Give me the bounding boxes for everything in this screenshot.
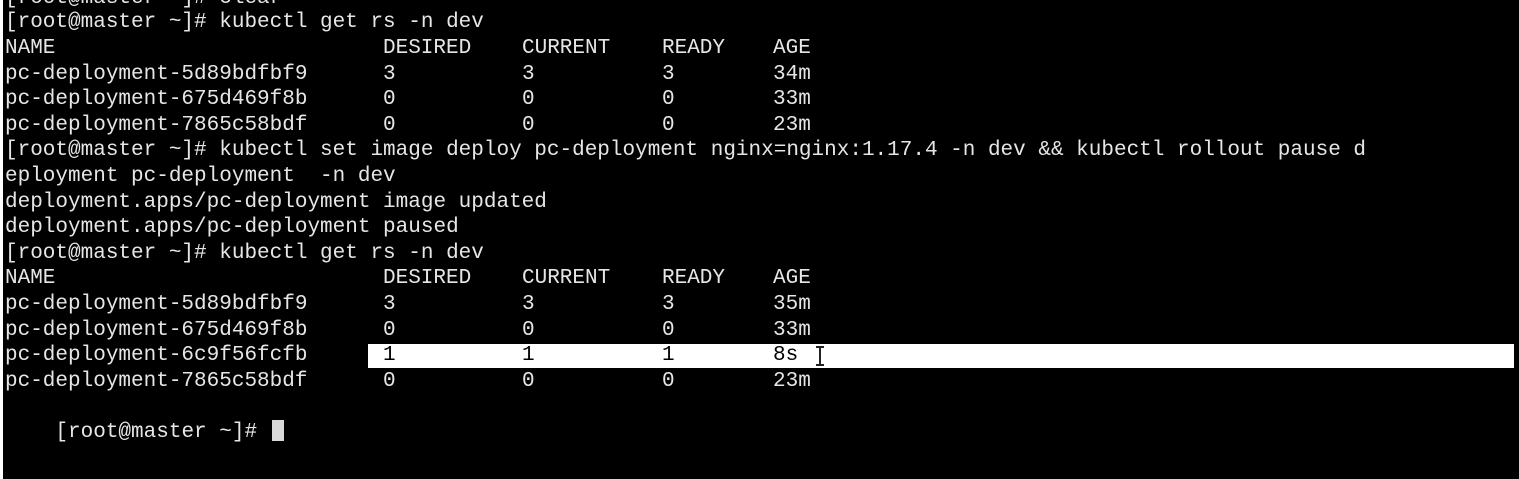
shell-prompt: [root@master ~]# [55, 420, 270, 444]
cell-ready: 3 [662, 293, 675, 316]
cell-name: pc-deployment-6c9f56fcfb [5, 344, 308, 368]
cell-desired: 0 [383, 88, 396, 112]
column-header-ready: READY [662, 37, 726, 60]
column-header-age: AGE [773, 267, 811, 291]
cell-name: pc-deployment-675d469f8b [5, 88, 308, 112]
cell-name: pc-deployment-5d89bdfbf9 [5, 62, 308, 86]
cell-name: pc-deployment-675d469f8b [5, 318, 308, 342]
cell-name: pc-deployment-7865c58bdf [5, 113, 308, 137]
table-row: pc-deployment-7865c58bdf 0 0 0 23m [3, 113, 1519, 139]
table-header: NAME DESIRED CURRENT READY AGE [3, 36, 1519, 62]
cell-ready: 3 [662, 62, 675, 86]
column-header-age: AGE [773, 37, 811, 60]
cell-current: 0 [522, 318, 535, 342]
terminal-command-line: [root@master ~]# kubectl get rs -n dev [5, 11, 484, 34]
cell-ready: 0 [662, 369, 675, 393]
cell-age: 34m [773, 62, 811, 86]
terminal-command-line: [root@master ~]# kubectl get rs -n dev [5, 241, 484, 265]
cell-age: 33m [773, 88, 811, 112]
cell-current: 3 [522, 62, 535, 86]
cell-desired: 3 [383, 293, 396, 316]
cell-current: 0 [522, 369, 535, 393]
terminal-command-line: [root@master ~]# kubectl set image deplo… [5, 139, 1367, 163]
cell-age: 23m [773, 369, 811, 393]
table-row: pc-deployment-7865c58bdf 0 0 0 23m [3, 369, 1519, 395]
column-header-desired: DESIRED [383, 37, 472, 60]
column-header-name: NAME [5, 267, 56, 291]
cell-desired: 1 [383, 344, 396, 368]
cell-ready: 0 [662, 88, 675, 112]
cell-desired: 0 [383, 113, 396, 137]
column-header-ready: READY [662, 267, 726, 291]
terminal-command-line-wrap: eployment pc-deployment -n dev [5, 165, 396, 188]
cell-current: 0 [522, 88, 535, 112]
cell-desired: 0 [383, 318, 396, 342]
cell-ready: 0 [662, 113, 675, 137]
table-row: pc-deployment-5d89bdfbf9 3 3 3 35m [3, 292, 1519, 318]
terminal-window[interactable]: [root@master ~]# clear [root@master ~]# … [3, 0, 1519, 479]
cell-current: 1 [522, 344, 535, 368]
table-row: pc-deployment-675d469f8b 0 0 0 33m [3, 87, 1519, 113]
cell-current: 3 [522, 293, 535, 316]
terminal-cursor [271, 419, 284, 441]
column-header-current: CURRENT [522, 37, 611, 60]
cell-desired: 3 [383, 62, 396, 86]
cell-age: 23m [773, 113, 811, 137]
cell-name: pc-deployment-5d89bdfbf9 [5, 293, 308, 316]
column-header-name: NAME [5, 37, 56, 60]
cell-age: 33m [773, 318, 811, 342]
cell-name: pc-deployment-7865c58bdf [5, 369, 308, 393]
column-header-current: CURRENT [522, 267, 611, 291]
column-header-desired: DESIRED [383, 267, 472, 291]
table-row-selected[interactable]: pc-deployment-6c9f56fcfb 1 1 1 8s [3, 343, 1519, 369]
table-row: pc-deployment-675d469f8b 0 0 0 33m [3, 318, 1519, 344]
cell-age: 8s [773, 344, 799, 368]
terminal-prompt-line[interactable]: [root@master ~]# [5, 394, 284, 444]
terminal-output-line: deployment.apps/pc-deployment image upda… [5, 190, 547, 214]
text-cursor-icon [816, 346, 824, 367]
cell-desired: 0 [383, 369, 396, 393]
cell-current: 0 [522, 113, 535, 137]
table-row: pc-deployment-5d89bdfbf9 3 3 3 34m [3, 62, 1519, 88]
table-header: NAME DESIRED CURRENT READY AGE [3, 266, 1519, 292]
cell-ready: 1 [662, 344, 675, 368]
cell-ready: 0 [662, 318, 675, 342]
cell-age: 35m [773, 293, 811, 316]
terminal-output-line: deployment.apps/pc-deployment paused [5, 216, 459, 240]
